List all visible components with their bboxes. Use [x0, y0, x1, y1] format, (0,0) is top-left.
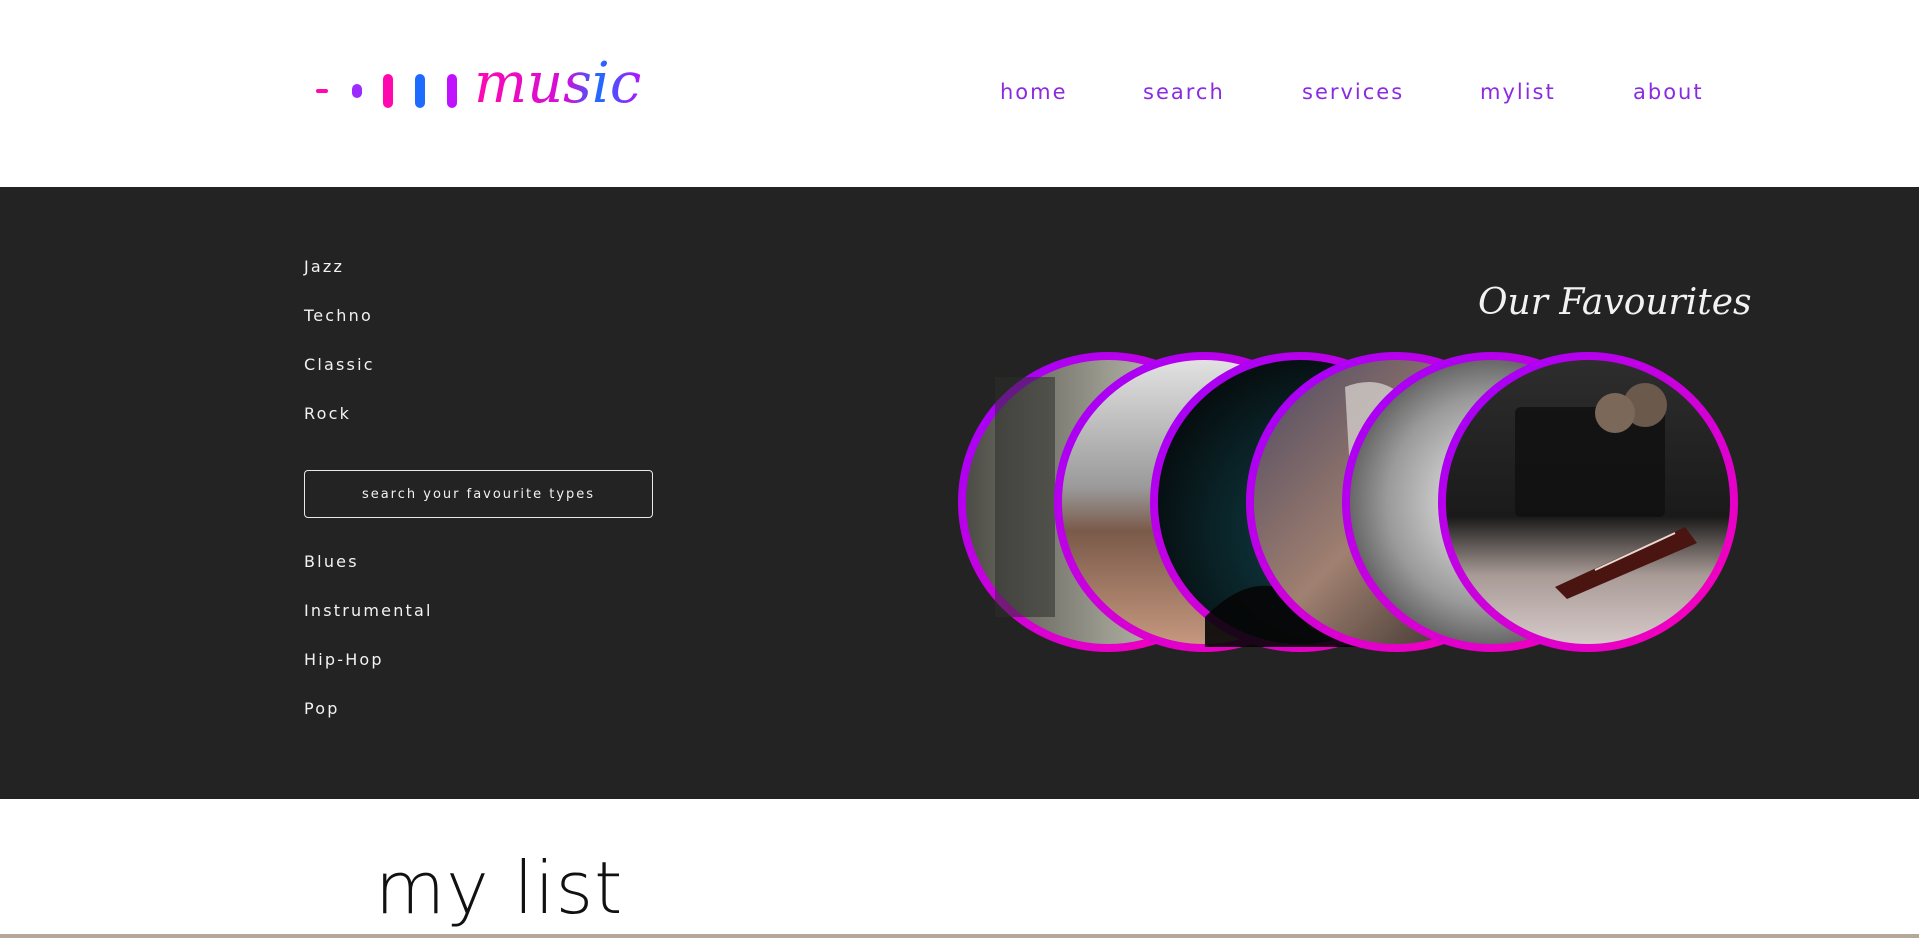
nav-search[interactable]: search [1143, 80, 1225, 104]
genre-search-input[interactable] [304, 470, 653, 518]
genre-rock[interactable]: Rock [304, 404, 351, 423]
divider [0, 934, 1919, 938]
favourites-title: Our Favourites [1478, 282, 1752, 323]
genre-classic[interactable]: Classic [304, 355, 375, 374]
mylist-heading: my list [375, 846, 624, 930]
main-nav: home search services mylist about [0, 80, 1919, 110]
genre-techno[interactable]: Techno [304, 306, 373, 325]
nav-mylist[interactable]: mylist [1480, 80, 1556, 104]
nav-about[interactable]: about [1633, 80, 1704, 104]
favourites-carousel [958, 352, 1738, 652]
genre-jazz[interactable]: Jazz [304, 257, 344, 276]
nav-services[interactable]: services [1302, 80, 1404, 104]
favourite-photo-6[interactable] [1438, 352, 1738, 652]
site-header: music home search services mylist about [0, 0, 1919, 187]
genre-instrumental[interactable]: Instrumental [304, 601, 433, 620]
genre-blues[interactable]: Blues [304, 552, 359, 571]
nav-home[interactable]: home [1000, 80, 1068, 104]
genre-section: Jazz Techno Classic Rock Blues Instrumen… [0, 187, 1919, 799]
genre-hiphop[interactable]: Hip-Hop [304, 650, 384, 669]
genre-pop[interactable]: Pop [304, 699, 340, 718]
